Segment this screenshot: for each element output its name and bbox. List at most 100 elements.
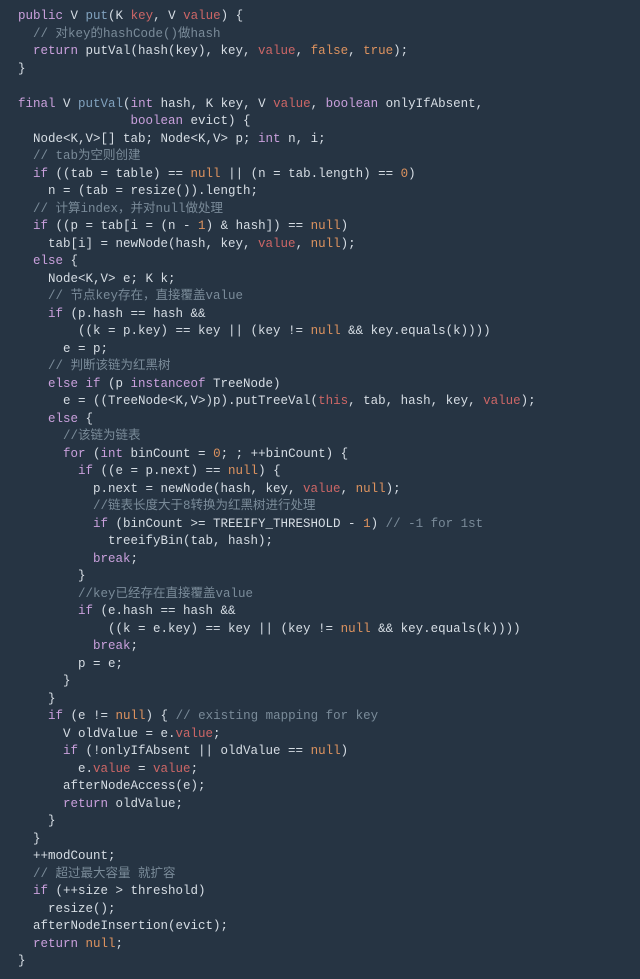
t: ) — [408, 167, 416, 181]
t: ; — [116, 937, 124, 951]
kw-final: final — [18, 97, 56, 111]
t: } — [18, 954, 26, 968]
t — [18, 114, 131, 128]
t: || (n = tab.length) == — [221, 167, 401, 181]
type-int: int — [101, 447, 124, 461]
type-int: int — [131, 97, 154, 111]
comment: //key已经存在直接覆盖value — [18, 587, 253, 601]
kw-if: if — [18, 744, 78, 758]
t: putVal(hash(key), key, — [78, 44, 258, 58]
kw-this: this — [318, 394, 348, 408]
kw-if: if — [18, 884, 48, 898]
lit-null: null — [341, 622, 371, 636]
t: ((k = p.key) == key || (key != — [18, 324, 311, 338]
t: ) — [371, 517, 386, 531]
lit-0: 0 — [401, 167, 409, 181]
lit-true: true — [363, 44, 393, 58]
t: n, i; — [281, 132, 326, 146]
t: } — [18, 814, 56, 828]
kw-return: return — [18, 44, 78, 58]
t: V — [63, 9, 86, 23]
t: (++size > threshold) — [48, 884, 206, 898]
kw-if: if — [18, 517, 108, 531]
t: { — [78, 412, 93, 426]
t: p.next = newNode(hash, key, — [18, 482, 303, 496]
t: } — [18, 569, 86, 583]
kw-if: if — [18, 604, 93, 618]
lit-null: null — [311, 237, 341, 251]
t: afterNodeAccess(e); — [18, 779, 206, 793]
kw-break: break — [18, 639, 131, 653]
param-key: key — [131, 9, 154, 23]
kw-break: break — [18, 552, 131, 566]
t: (K — [108, 9, 131, 23]
t: { — [63, 254, 78, 268]
t: ++modCount; — [18, 849, 116, 863]
t: , — [341, 482, 356, 496]
t: hash, K key, V — [153, 97, 273, 111]
kw-if: if — [18, 464, 93, 478]
fn-putval: putVal — [78, 97, 123, 111]
t: } — [18, 674, 71, 688]
t: (e.hash == hash && — [93, 604, 236, 618]
t: ) — [341, 744, 349, 758]
arg-value: value — [258, 44, 296, 58]
type-int: int — [258, 132, 281, 146]
t: binCount = — [123, 447, 213, 461]
t: tab[i] = newNode(hash, key, — [18, 237, 258, 251]
lit-null: null — [86, 937, 116, 951]
comment: //链表长度大于8转换为红黑树进行处理 — [18, 499, 316, 513]
comment: // 计算index，并对null做处理 — [18, 202, 223, 216]
t: (binCount >= TREEIFY_THRESHOLD - — [108, 517, 363, 531]
t: ) { — [146, 709, 176, 723]
arg-value: value — [258, 237, 296, 251]
arg-value: value — [483, 394, 521, 408]
t: afterNodeInsertion(evict); — [18, 919, 228, 933]
lit-null: null — [311, 744, 341, 758]
t: ); — [393, 44, 408, 58]
arg-value: value — [303, 482, 341, 496]
lit-null: null — [356, 482, 386, 496]
t: evict) { — [183, 114, 251, 128]
comment: // 节点key存在，直接覆盖value — [18, 289, 243, 303]
t: , — [296, 237, 311, 251]
t: onlyIfAbsent, — [378, 97, 483, 111]
lit-null: null — [311, 324, 341, 338]
comment: // 判断该链为红黑树 — [18, 359, 171, 373]
t: ; — [131, 639, 139, 653]
t: Node<K,V> e; K k; — [18, 272, 176, 286]
comment: // -1 for 1st — [386, 517, 484, 531]
t: ; — [191, 762, 199, 776]
lit-0: 0 — [213, 447, 221, 461]
t: (!onlyIfAbsent || oldValue == — [78, 744, 311, 758]
t: V — [56, 97, 79, 111]
param-value: value — [183, 9, 221, 23]
t: (e != — [63, 709, 116, 723]
t: } — [18, 692, 56, 706]
t: ((e = p.next) == — [93, 464, 228, 478]
t: && key.equals(k)))) — [371, 622, 521, 636]
t: } — [18, 832, 41, 846]
t: , tab, hash, key, — [348, 394, 483, 408]
kw-if: if — [18, 219, 48, 233]
t: && key.equals(k)))) — [341, 324, 491, 338]
t: ); — [386, 482, 401, 496]
t: , V — [153, 9, 183, 23]
t: ((k = e.key) == key || (key != — [18, 622, 341, 636]
t: treeifyBin(tab, hash); — [18, 534, 273, 548]
t: ( — [86, 447, 101, 461]
type-boolean: boolean — [131, 114, 184, 128]
lit-null: null — [228, 464, 258, 478]
t: } — [18, 62, 26, 76]
t: resize(); — [18, 902, 116, 916]
t: ; ; ++binCount) { — [221, 447, 349, 461]
t: ((tab = table) == — [48, 167, 191, 181]
comment: // 超过最大容量 就扩容 — [18, 867, 176, 881]
param-value: value — [273, 97, 311, 111]
comment: // tab为空则创建 — [18, 149, 141, 163]
comment: // 对key的hashCode()做hash — [18, 27, 221, 41]
fn-put: put — [86, 9, 109, 23]
t: oldValue; — [108, 797, 183, 811]
t: ((p = tab[i = (n - — [48, 219, 198, 233]
t: e = ((TreeNode<K,V>)p).putTreeVal( — [18, 394, 318, 408]
